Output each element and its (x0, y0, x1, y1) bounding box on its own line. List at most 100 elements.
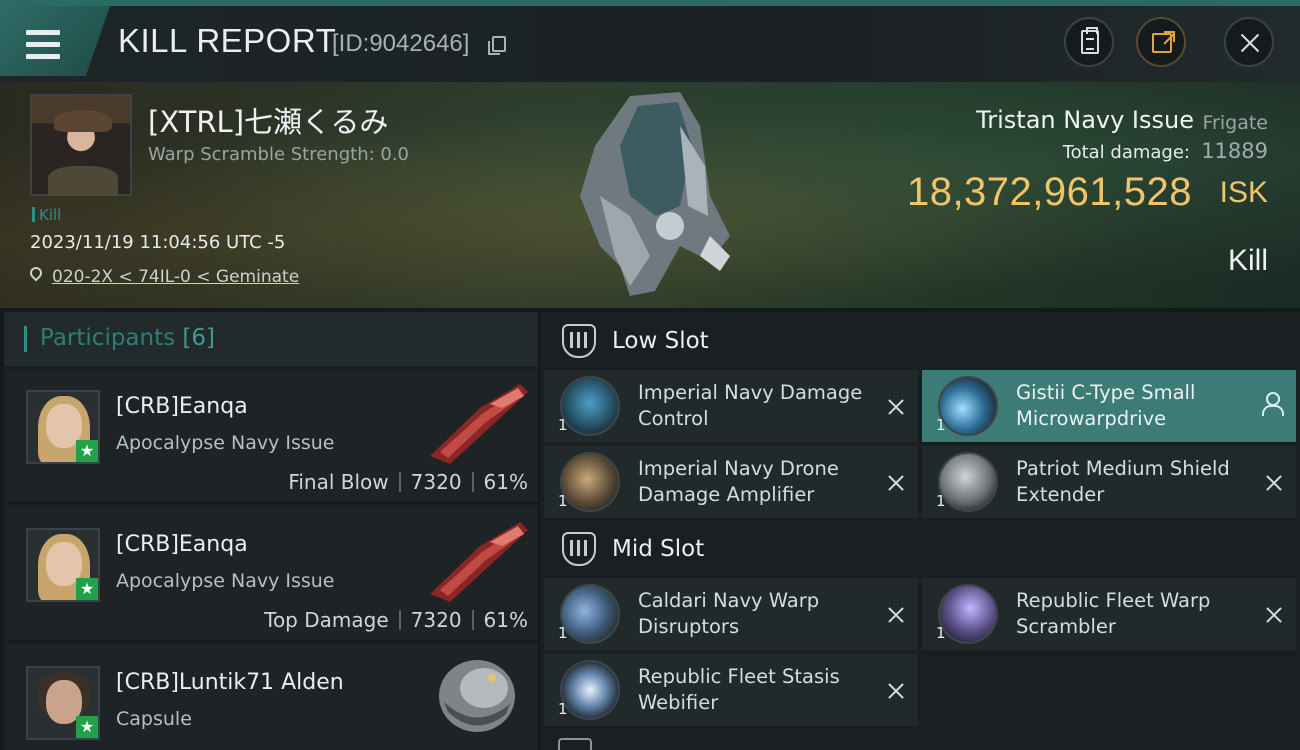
clipboard-button[interactable] (1064, 17, 1114, 67)
x-icon[interactable] (1264, 473, 1284, 493)
participant-row[interactable]: ★ [CRB]Eanqa Apocalypse Navy Issue Top D… (8, 508, 538, 642)
slot-icon (558, 738, 592, 750)
participants-count: [6] (182, 325, 216, 351)
total-damage-label: Total damage: (1062, 142, 1190, 163)
participant-portrait[interactable]: ★ (26, 390, 100, 464)
x-icon[interactable] (1264, 605, 1284, 625)
module-quantity: 1 (936, 416, 946, 434)
module-item[interactable]: 1 Gistii C-Type Small Microwarpdrive (922, 370, 1296, 442)
capsule-image (439, 660, 515, 732)
x-icon[interactable] (886, 397, 906, 417)
module-quantity: 1 (936, 624, 946, 642)
kill-tag: Kill (32, 206, 61, 224)
microwarpdrive-icon (938, 376, 998, 436)
user-icon[interactable] (1262, 392, 1284, 416)
top-bar: KILL REPORT [ID:9042646] (0, 0, 1300, 82)
stasis-webifier-icon (560, 660, 620, 720)
participant-stats: Top Damage 7320 61% (264, 608, 528, 632)
victim-ship-image (580, 92, 730, 296)
warp-disruptor-icon (560, 584, 620, 644)
participant-name: [CRB]Luntik71 Alden (116, 670, 344, 695)
x-icon[interactable] (886, 473, 906, 493)
isk-value: 18,372,961,528 (906, 170, 1192, 214)
participant-row[interactable]: ★ [CRB]Eanqa Apocalypse Navy Issue Final… (8, 370, 538, 504)
share-button[interactable] (1136, 17, 1186, 67)
location-link[interactable]: 020-2X < 74IL-0 < Geminate (52, 267, 299, 287)
x-icon[interactable] (886, 605, 906, 625)
fitting-panel: Low Slot 1 Imperial Navy Damage Control … (540, 312, 1300, 750)
module-item[interactable]: 1 Republic Fleet Stasis Webifier (544, 654, 918, 726)
result-label: Kill (1227, 244, 1268, 277)
participant-ship: Apocalypse Navy Issue (116, 432, 335, 454)
victim-name[interactable]: [XTRL]七瀬くるみ (148, 99, 388, 141)
page-title: KILL REPORT (118, 22, 337, 59)
report-id: [ID:9042646] (332, 30, 470, 57)
map-pin-icon (27, 264, 45, 282)
total-damage-value: 11889 (1201, 139, 1268, 163)
participant-ship-image (430, 384, 528, 464)
warp-scrambler-icon (938, 584, 998, 644)
participant-name: [CRB]Eanqa (116, 394, 248, 419)
menu-button[interactable] (0, 6, 110, 76)
module-name: Gistii C-Type Small Microwarpdrive (1016, 381, 1196, 430)
module-name: Republic Fleet Stasis Webifier (638, 665, 840, 714)
module-quantity: 1 (558, 492, 568, 510)
clipboard-icon (1081, 27, 1099, 54)
ship-class: Frigate (1202, 112, 1268, 134)
participant-row[interactable]: ★ [CRB]Luntik71 Alden Capsule (8, 646, 538, 750)
victim-banner: [XTRL]七瀬くるみ Warp Scramble Strength: 0.0 … (0, 82, 1300, 308)
participant-stats: Final Blow 7320 61% (288, 470, 528, 494)
x-icon[interactable] (886, 681, 906, 701)
module-item[interactable]: 1 Patriot Medium Shield Extender (922, 446, 1296, 518)
hamburger-icon[interactable] (26, 30, 60, 60)
module-quantity: 1 (558, 700, 568, 718)
mid-slot-header: Mid Slot (544, 524, 1300, 574)
kill-datetime: 2023/11/19 11:04:56 UTC -5 (30, 232, 286, 253)
low-slot-title: Low Slot (612, 328, 709, 354)
shield-extender-icon (938, 452, 998, 512)
participant-damage: 7320 (410, 608, 462, 632)
isk-unit: ISK (1219, 176, 1268, 209)
participant-ship-image (430, 522, 528, 602)
warp-scramble-strength: Warp Scramble Strength: 0.0 (148, 144, 410, 165)
participant-percent: 61% (483, 608, 528, 632)
participants-header: Participants [6] (4, 312, 538, 366)
module-item[interactable]: 1 Caldari Navy Warp Disruptors (544, 578, 918, 650)
module-quantity: 1 (936, 492, 946, 510)
slot-icon (562, 532, 596, 566)
module-name: Caldari Navy Warp Disruptors (638, 589, 820, 638)
participant-percent: 61% (483, 470, 528, 494)
star-icon: ★ (76, 440, 98, 462)
close-button[interactable] (1224, 17, 1274, 67)
star-icon: ★ (76, 578, 98, 600)
participant-portrait[interactable]: ★ (26, 666, 100, 740)
module-name: Patriot Medium Shield Extender (1016, 457, 1230, 506)
participants-panel: Participants [6] ★ [CRB]Eanqa Apocalypse… (4, 312, 538, 750)
module-name: Imperial Navy Damage Control (638, 381, 863, 430)
participant-ship: Capsule (116, 708, 192, 730)
mid-slot-title: Mid Slot (612, 536, 705, 562)
damage-control-icon (560, 376, 620, 436)
module-name: Imperial Navy Drone Damage Amplifier (638, 457, 839, 506)
participant-ship: Apocalypse Navy Issue (116, 570, 335, 592)
module-name: Republic Fleet Warp Scrambler (1016, 589, 1211, 638)
share-icon (1152, 31, 1175, 53)
participants-title: Participants [6] (40, 325, 215, 351)
participant-role: Top Damage (264, 608, 389, 632)
victim-portrait[interactable] (30, 94, 132, 196)
slot-icon (562, 324, 596, 358)
module-quantity: 1 (558, 416, 568, 434)
copy-icon[interactable] (488, 36, 506, 55)
module-item[interactable]: 1 Republic Fleet Warp Scrambler (922, 578, 1296, 650)
ship-name[interactable]: Tristan Navy Issue (976, 106, 1194, 134)
low-slot-header: Low Slot (544, 316, 1300, 366)
module-quantity: 1 (558, 624, 568, 642)
participant-role: Final Blow (288, 470, 389, 494)
participant-portrait[interactable]: ★ (26, 528, 100, 602)
participant-name: [CRB]Eanqa (116, 532, 248, 557)
star-icon: ★ (76, 716, 98, 738)
module-item[interactable]: 1 Imperial Navy Drone Damage Amplifier (544, 446, 918, 518)
close-icon (1240, 33, 1260, 53)
drone-damage-amplifier-icon (560, 452, 620, 512)
module-item[interactable]: 1 Imperial Navy Damage Control (544, 370, 918, 442)
